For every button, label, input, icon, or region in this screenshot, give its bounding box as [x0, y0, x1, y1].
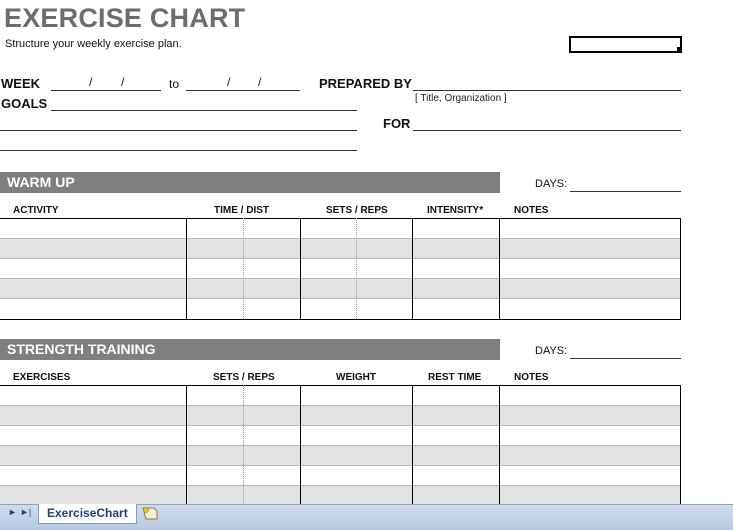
col-divider: [499, 218, 500, 319]
week-start-field[interactable]: [51, 90, 161, 91]
strength-days-field[interactable]: [570, 358, 681, 359]
table-row[interactable]: [0, 238, 681, 259]
week-end-field[interactable]: [186, 90, 300, 91]
col-divider: [186, 385, 187, 505]
table-row[interactable]: [0, 445, 681, 466]
week-start-sep-1: /: [89, 75, 93, 89]
for-label: FOR: [383, 116, 411, 131]
col-intensity: INTENSITY*: [427, 205, 484, 216]
table-row[interactable]: [0, 485, 681, 506]
col-time-dist: TIME / DIST: [214, 205, 269, 216]
table-row[interactable]: [0, 465, 681, 486]
to-label: to: [169, 77, 180, 91]
col-rest-time: REST TIME: [428, 372, 482, 383]
selected-cell[interactable]: [569, 36, 682, 53]
prepared-by-label: PREPARED BY: [319, 76, 412, 91]
col-weight: WEIGHT: [336, 372, 376, 383]
col-exercises: EXERCISES: [13, 372, 71, 383]
fill-handle[interactable]: [677, 47, 682, 52]
week-end-sep-1: /: [227, 75, 231, 89]
warm-up-days-label: DAYS:: [535, 178, 568, 190]
week-label: WEEK: [1, 76, 40, 91]
col-divider: [499, 385, 500, 505]
next-sheet-icon[interactable]: ►: [8, 507, 17, 517]
week-start-sep-2: /: [121, 75, 125, 89]
table-row[interactable]: [0, 258, 681, 279]
col-divider: [412, 218, 413, 319]
col-notes-2: NOTES: [514, 372, 549, 383]
warm-up-title: WARM UP: [7, 174, 75, 190]
goals-field-2[interactable]: [0, 130, 357, 131]
warm-up-table: [0, 218, 681, 320]
page-subtitle: Structure your weekly exercise plan.: [5, 38, 182, 50]
goals-label: GOALS: [1, 96, 48, 111]
col-divider-dotted: [356, 218, 357, 319]
col-sets-reps: SETS / REPS: [326, 205, 388, 216]
table-row[interactable]: [0, 218, 681, 239]
week-end-sep-2: /: [258, 75, 262, 89]
table-row[interactable]: [0, 425, 681, 446]
warm-up-days-field[interactable]: [570, 191, 681, 192]
goals-field-1[interactable]: [51, 110, 357, 111]
col-divider-dotted: [243, 218, 244, 319]
page-title: EXERCISE CHART: [4, 3, 246, 33]
col-notes: NOTES: [514, 205, 549, 216]
strength-title: STRENGTH TRAINING: [7, 341, 156, 357]
sheet-tab-exercisechart[interactable]: ExerciseChart: [38, 504, 137, 524]
table-row[interactable]: [0, 278, 681, 299]
col-divider: [680, 218, 681, 319]
last-sheet-icon[interactable]: ►|: [20, 507, 31, 517]
strength-days-label: DAYS:: [535, 345, 568, 357]
prepared-by-field[interactable]: [413, 90, 681, 91]
col-divider: [300, 385, 301, 505]
table-row[interactable]: [0, 298, 681, 320]
table-row[interactable]: [0, 405, 681, 426]
col-activity: ACTIVITY: [13, 205, 59, 216]
col-sets-reps-2: SETS / REPS: [213, 372, 275, 383]
col-divider: [412, 385, 413, 505]
col-divider: [300, 218, 301, 319]
for-field[interactable]: [413, 130, 681, 131]
col-divider-dotted: [243, 385, 244, 505]
warm-up-header: WARM UP: [0, 172, 500, 193]
goals-field-3[interactable]: [0, 150, 357, 151]
strength-header: STRENGTH TRAINING: [0, 339, 500, 360]
col-divider: [186, 218, 187, 319]
strength-table: [0, 385, 681, 506]
table-row[interactable]: [0, 385, 681, 406]
insert-sheet-icon[interactable]: [142, 506, 158, 520]
prepared-by-hint: [ Title, Organization ]: [415, 93, 507, 104]
col-divider: [680, 385, 681, 505]
